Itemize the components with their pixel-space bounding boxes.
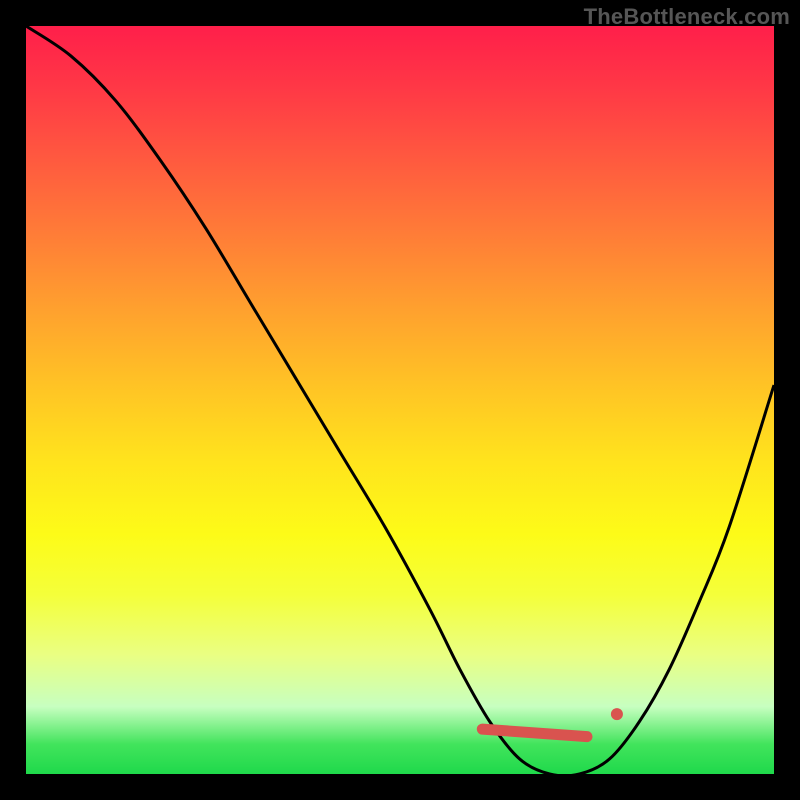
- chart-container: TheBottleneck.com: [0, 0, 800, 800]
- optimum-marker-bar: [482, 729, 587, 736]
- optimum-marker-dot: [611, 708, 623, 720]
- bottleneck-curve: [26, 26, 774, 774]
- curve-path: [26, 26, 774, 774]
- plot-area: [26, 26, 774, 774]
